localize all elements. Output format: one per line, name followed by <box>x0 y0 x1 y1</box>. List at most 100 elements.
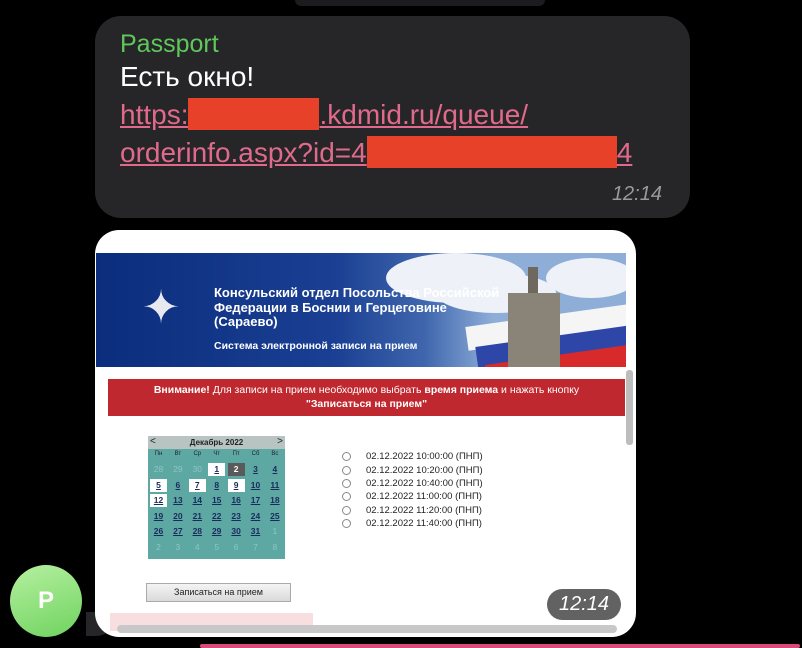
calendar-day[interactable]: 12 <box>150 494 167 508</box>
radio-button[interactable] <box>342 478 351 488</box>
notice-alert: Внимание! Для записи на прием необходимо… <box>108 379 625 416</box>
book-appointment-button[interactable]: Записаться на прием <box>146 583 291 602</box>
calendar-day[interactable]: 24 <box>247 510 264 523</box>
calendar-day[interactable]: 6 <box>169 479 186 492</box>
radio-button[interactable] <box>342 465 351 475</box>
image-time: 12:14 <box>547 589 621 620</box>
calendar-day[interactable]: 18 <box>266 494 283 507</box>
calendar-day: 6 <box>233 542 239 552</box>
weekday-label: Вс <box>271 451 279 457</box>
calendar-day[interactable]: 30 <box>228 525 245 538</box>
alert-bold: Внимание! <box>153 384 210 396</box>
link-prefix[interactable]: orderinfo.aspx?id=4 <box>120 137 367 168</box>
time-slot-label: 02.12.2022 10:00:00 (ПНП) <box>366 451 483 463</box>
calendar-day[interactable]: 7 <box>188 478 206 492</box>
message-bubble[interactable]: Passport Есть окно! https: .kdmid.ru/queu… <box>95 16 690 218</box>
calendar-day[interactable]: 13 <box>169 494 186 507</box>
link-suffix[interactable]: 4 <box>617 137 633 168</box>
calendar-day: 8 <box>272 542 278 552</box>
radio-button[interactable] <box>342 505 351 515</box>
double-headed-eagle-icon: ✦ <box>141 281 181 333</box>
calendar-day[interactable]: 15 <box>208 494 225 507</box>
calendar-day[interactable]: 1 <box>208 463 226 476</box>
weekday-label: Чт <box>213 451 221 457</box>
input-bar-edge <box>200 644 800 648</box>
calendar-day[interactable]: 22 <box>208 510 225 523</box>
redaction-block <box>366 136 617 168</box>
calendar-day[interactable]: 9 <box>227 478 245 492</box>
calendar-day[interactable]: 5 <box>150 478 167 492</box>
calendar-day[interactable]: 31 <box>247 525 264 538</box>
time-slot-label: 02.12.2022 10:20:00 (ПНП) <box>366 464 483 476</box>
banner-title: Консульский отдел Посольства Российской … <box>214 285 500 329</box>
calendar-day[interactable]: 28 <box>189 525 206 538</box>
redaction-block <box>188 98 320 130</box>
message-link-line1[interactable]: https: .kdmid.ru/queue/ <box>120 98 528 131</box>
calendar-day[interactable]: 26 <box>150 525 167 538</box>
calendar-day[interactable]: 20 <box>169 510 186 523</box>
message-text: Есть окно! <box>120 61 255 92</box>
vertical-scrollbar[interactable] <box>626 370 633 445</box>
time-slot[interactable]: 02.12.2022 10:40:00 (ПНП) <box>342 477 483 490</box>
time-slot[interactable]: 02.12.2022 11:00:00 (ПНП) <box>342 490 483 503</box>
weekday-label: Пн <box>154 451 163 457</box>
message-time: 12:14 <box>611 183 662 205</box>
calendar-day: 29 <box>173 464 183 474</box>
alert-bold: "Записаться на прием" <box>305 398 428 410</box>
calendar-day[interactable]: 11 <box>266 479 283 492</box>
calendar-day: 5 <box>214 542 220 552</box>
time-slot-label: 02.12.2022 11:20:00 (ПНП) <box>366 504 482 516</box>
calendar-day: 4 <box>194 542 200 552</box>
calendar-day[interactable]: 16 <box>228 494 245 507</box>
radio-button[interactable] <box>342 519 351 529</box>
time-slot-list: 02.12.2022 10:00:00 (ПНП) 02.12.2022 10:… <box>342 450 483 530</box>
calendar-day[interactable]: 10 <box>247 479 264 492</box>
horizontal-scrollbar[interactable] <box>117 625 617 633</box>
calendar-day: 1 <box>272 526 278 537</box>
calendar-next-button[interactable]: > <box>277 436 283 447</box>
calendar-day[interactable]: 2 <box>227 463 245 476</box>
image-message[interactable]: ✦ Консульский отдел Посольства Российско… <box>95 230 636 637</box>
weekday-label: Пт <box>232 451 240 457</box>
top-bar <box>295 0 545 6</box>
calendar-day[interactable]: 3 <box>247 463 264 476</box>
sender-name[interactable]: Passport <box>120 30 219 59</box>
calendar-day[interactable]: 27 <box>169 525 186 538</box>
time-slot-label: 02.12.2022 11:40:00 (ПНП) <box>366 518 482 530</box>
calendar-day: 7 <box>253 542 258 552</box>
alert-text: Для записи на прием необходимо выбрать <box>209 384 425 396</box>
time-slot[interactable]: 02.12.2022 10:20:00 (ПНП) <box>342 463 483 476</box>
calendar-prev-button[interactable]: < <box>150 436 156 447</box>
radio-button[interactable] <box>342 452 351 462</box>
link-suffix[interactable]: .kdmid.ru/queue/ <box>319 99 528 130</box>
calendar-day: 28 <box>153 464 164 474</box>
radio-button[interactable] <box>342 492 351 502</box>
time-slot[interactable]: 02.12.2022 11:20:00 (ПНП) <box>342 504 483 517</box>
calendar-day[interactable]: 25 <box>266 510 283 523</box>
calendar: Декабрь 2022 < > Пн Вт Ср Чт Пт Сб Вс 28 29 30 1 2… <box>148 436 285 559</box>
time-slot[interactable]: 02.12.2022 10:00:00 (ПНП) <box>342 450 483 463</box>
calendar-day[interactable]: 23 <box>228 510 245 523</box>
time-slot[interactable]: 02.12.2022 11:40:00 (ПНП) <box>342 517 483 530</box>
calendar-day[interactable]: 19 <box>150 510 167 523</box>
calendar-day: 2 <box>156 542 161 552</box>
calendar-day[interactable]: 8 <box>208 479 225 492</box>
calendar-month: Декабрь 2022 <box>148 436 285 449</box>
consulate-banner: ✦ Консульский отдел Посольства Российско… <box>96 253 626 367</box>
calendar-day[interactable]: 4 <box>266 463 283 476</box>
calendar-day[interactable]: 14 <box>189 494 206 507</box>
time-slot-label: 02.12.2022 11:00:00 (ПНП) <box>366 491 482 503</box>
calendar-day: 30 <box>192 464 203 474</box>
calendar-day: 3 <box>175 542 181 552</box>
calendar-day[interactable]: 17 <box>247 494 264 507</box>
message-link-line2[interactable]: orderinfo.aspx?id=4 4 <box>120 136 632 169</box>
weekday-label: Вт <box>174 451 182 457</box>
calendar-day[interactable]: 21 <box>189 510 206 523</box>
alert-bold: время приема <box>424 384 499 396</box>
avatar[interactable]: P <box>10 565 82 637</box>
link-prefix[interactable]: https: <box>120 99 188 130</box>
calendar-day[interactable]: 29 <box>208 525 225 538</box>
weekday-label: Сб <box>251 451 260 457</box>
banner-subtitle: Система электронной записи на прием <box>214 340 418 352</box>
time-slot-label: 02.12.2022 10:40:00 (ПНП) <box>366 477 483 489</box>
